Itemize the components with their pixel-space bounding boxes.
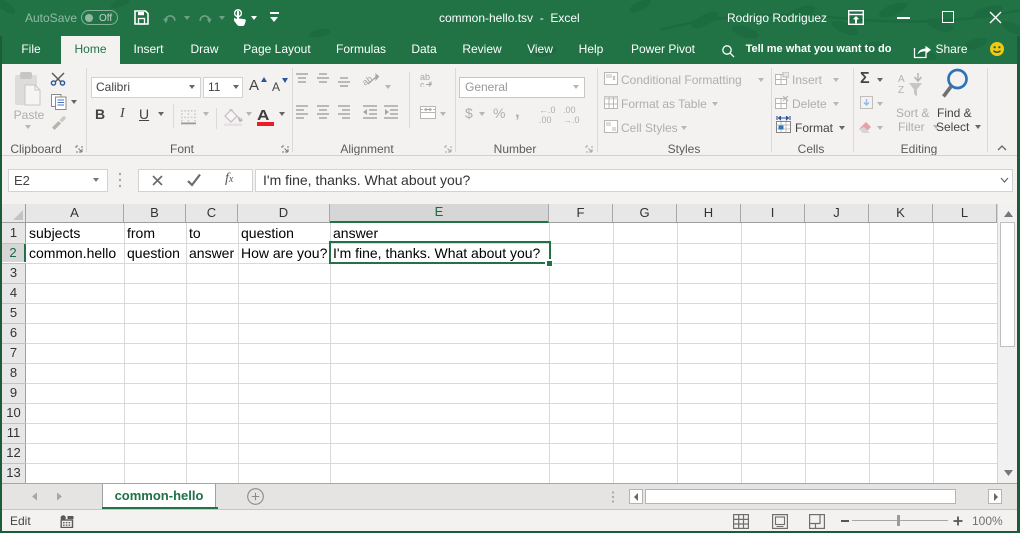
svg-text:Z: Z	[898, 85, 904, 96]
svg-text:c: c	[420, 80, 425, 87]
svg-text:A: A	[898, 74, 905, 85]
